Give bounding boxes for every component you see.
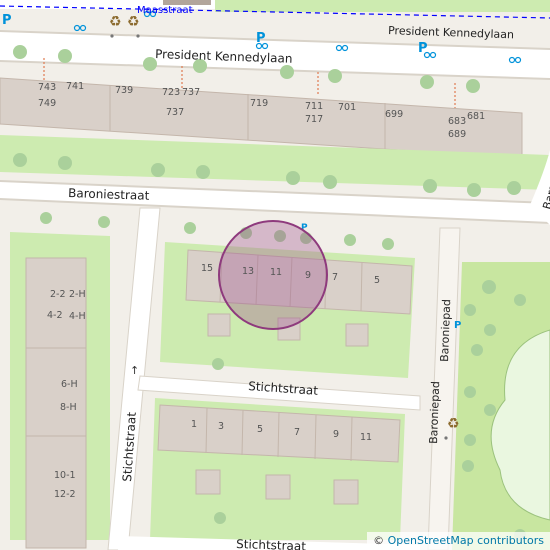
street-label-baroniepad: Baroniepad <box>438 299 453 362</box>
house-number: 13 <box>242 266 254 277</box>
house-number: 9 <box>333 429 339 440</box>
house-number: 741 <box>66 81 84 92</box>
parking-icon: P <box>2 13 12 28</box>
map-attribution: © OpenStreetMap contributors <box>367 532 550 550</box>
recycling-icon: ♻ <box>127 14 140 30</box>
house-number: 719 <box>250 98 268 109</box>
house-number: 9 <box>305 270 311 281</box>
street-label-maasstraat: Maasstraat <box>137 5 193 16</box>
house-number: 4-2 <box>47 310 63 321</box>
house-number: 12-2 <box>54 489 76 500</box>
recycling-icon: ♻ <box>109 14 122 30</box>
map-canvas[interactable]: P P P P P ♻ ♻ ♻ Maasstraat President Ken… <box>0 0 550 550</box>
house-number: 711 <box>305 101 323 112</box>
house-number: 5 <box>374 275 380 286</box>
house-number: 743 <box>38 82 56 93</box>
house-number: 2-H <box>69 289 86 300</box>
house-number: 7 <box>294 427 300 438</box>
house-number: 11 <box>270 267 282 278</box>
house-number: 739 <box>115 85 133 96</box>
house-number: 7 <box>332 272 338 283</box>
house-number: 701 <box>338 102 356 113</box>
house-number: 4-H <box>69 311 86 322</box>
house-number: 737 <box>182 87 200 98</box>
house-number: 699 <box>385 109 403 120</box>
house-number: 681 <box>467 111 485 122</box>
house-number: 717 <box>305 114 323 125</box>
grass-area <box>215 0 550 12</box>
street-label-baroniepad: Baroniepad <box>427 381 442 444</box>
house-number: 683 <box>448 116 466 127</box>
parking-icon: P <box>418 41 428 56</box>
house-number: 689 <box>448 129 466 140</box>
house-number: 749 <box>38 98 56 109</box>
house-number: 15 <box>201 263 213 274</box>
house-number: 723 <box>162 87 180 98</box>
house-number: 5 <box>257 424 263 435</box>
street-label-baroniestraat: Baroniestraat <box>68 186 150 203</box>
house-number: 10-1 <box>54 470 76 481</box>
oneway-arrow-icon: ↑ <box>130 364 139 377</box>
street-label-stichtstraat: Stichtstraat <box>236 537 307 550</box>
attribution-copyright: © <box>373 534 388 547</box>
recycling-icon: ♻ <box>447 416 460 432</box>
house-number: 1 <box>191 419 197 430</box>
house-number: 3 <box>218 421 224 432</box>
attribution-link[interactable]: OpenStreetMap contributors <box>388 534 544 547</box>
house-number: 2-2 <box>50 289 66 300</box>
parking-icon: P <box>454 320 461 331</box>
house-number: 8-H <box>60 402 77 413</box>
house-number: 737 <box>166 107 184 118</box>
house-number: 11 <box>360 432 372 443</box>
building-apartments <box>25 257 87 549</box>
house-number: 6-H <box>61 379 78 390</box>
